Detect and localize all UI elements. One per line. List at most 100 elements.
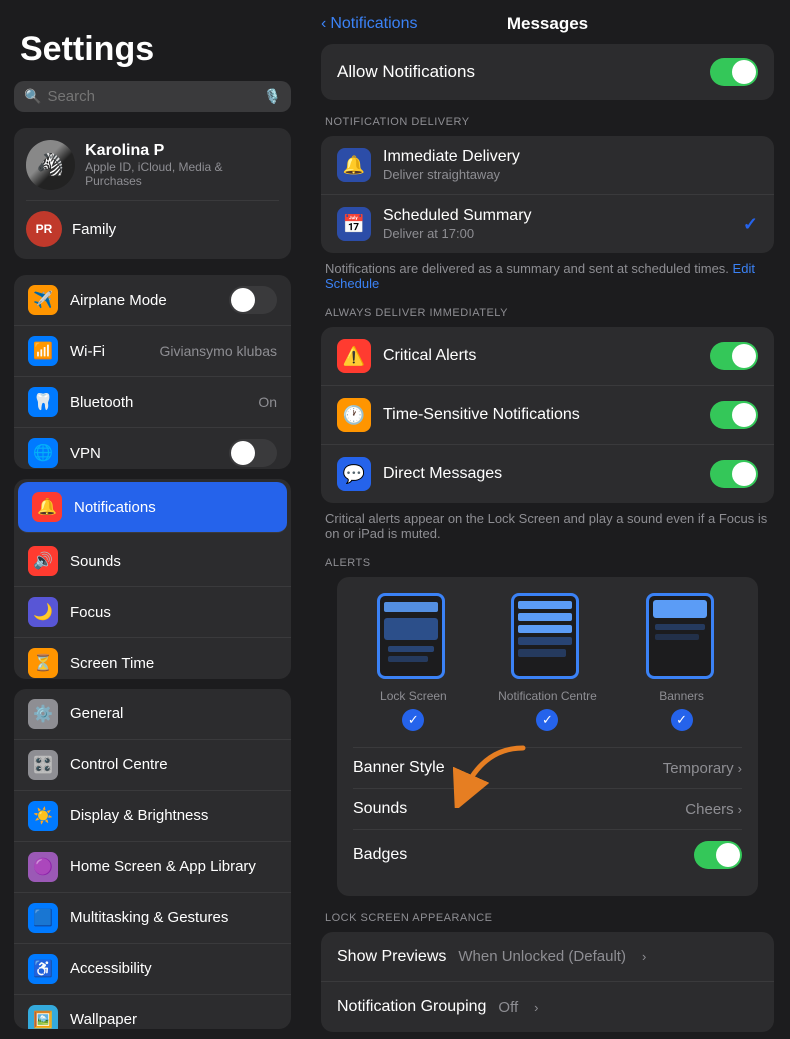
badges-label: Badges [353,846,694,864]
family-row[interactable]: PR Family [26,200,279,247]
critical-alerts-item[interactable]: ⚠️ Critical Alerts [321,327,774,386]
sounds-chevron: › [738,802,742,817]
homescreen-label: Home Screen & App Library [70,858,277,875]
vpn-toggle[interactable] [229,439,277,467]
accessibility-label: Accessibility [70,960,277,977]
direct-messages-toggle[interactable] [710,460,758,488]
lock-screen-section: LOCK SCREEN APPEARANCE Show Previews Whe… [321,912,774,1032]
wallpaper-label: Wallpaper [70,1011,277,1028]
sidebar-item-vpn[interactable]: 🌐 VPN [14,428,291,469]
critical-alerts-label: Critical Alerts [383,347,476,365]
immediate-delivery-sub: Deliver straightaway [383,167,758,182]
notifcentre-img [511,593,583,683]
banners-label: Banners [659,689,704,703]
edit-schedule-link[interactable]: Edit Schedule [325,261,755,291]
sidebar-item-sounds[interactable]: 🔊 Sounds [14,536,291,587]
notif-grouping-item[interactable]: Notification Grouping Off › [321,982,774,1032]
sounds-sub-value: Cheers [685,801,733,818]
notifications-icon: 🔔 [32,492,62,522]
lock-screen-label: LOCK SCREEN APPEARANCE [321,912,774,924]
right-panel: ‹ Notifications Messages Allow Notificat… [305,0,790,1039]
banners-img [646,593,718,683]
profile-section[interactable]: 🦓 Karolina P Apple ID, iCloud, Media & P… [14,128,291,259]
accessibility-icon: ♿ [28,954,58,984]
timesensitive-toggle[interactable] [710,401,758,429]
search-bar[interactable]: 🔍 🎙️ [14,81,291,112]
sidebar-item-screentime[interactable]: ⏳ Screen Time [14,638,291,679]
sidebar-item-notifications[interactable]: 🔔 Notifications [18,482,287,533]
sidebar-item-general[interactable]: ⚙️ General [14,689,291,740]
family-label: Family [72,221,116,238]
general-label: General [70,705,277,722]
sounds-item[interactable]: Sounds Cheers › [353,789,742,830]
device-icons-row: Lock Screen ✓ Notification Cen [353,593,742,731]
sounds-label: Sounds [70,553,277,570]
delivery-scheduled[interactable]: 📅 Scheduled Summary Deliver at 17:00 ✓ [321,195,774,253]
sidebar-item-controlcentre[interactable]: 🎛️ Control Centre [14,740,291,791]
critical-alerts-icon: ⚠️ [337,339,371,373]
notifcentre-device[interactable]: Notification Centre ✓ [498,593,597,731]
sidebar-item-airplane[interactable]: ✈️ Airplane Mode [14,275,291,326]
sounds-sub-label: Sounds [353,800,685,818]
wallpaper-icon: 🖼️ [28,1005,58,1029]
multitasking-icon: 🟦 [28,903,58,933]
sidebar-item-wallpaper[interactable]: 🖼️ Wallpaper [14,995,291,1029]
scheduled-delivery-title: Scheduled Summary [383,207,731,225]
banner-style-chevron: › [738,761,742,776]
banner-style-item[interactable]: Banner Style Temporary › [353,748,742,789]
show-previews-item[interactable]: Show Previews When Unlocked (Default) › [321,932,774,982]
nav-back-label: Notifications [330,15,417,33]
banner-style-label: Banner Style [353,759,663,777]
delivery-immediate[interactable]: 🔔 Immediate Delivery Deliver straightawa… [321,136,774,195]
airplane-icon: ✈️ [28,285,58,315]
allow-notifications-card: Allow Notifications [321,44,774,100]
timesensitive-icon: 🕐 [337,398,371,432]
alerts-section-label: ALERTS [321,557,774,569]
wifi-icon: 📶 [28,336,58,366]
scheduled-delivery-text: Scheduled Summary Deliver at 17:00 [383,207,731,241]
alerts-sub-items: Banner Style Temporary › Sounds [353,747,742,880]
badges-item[interactable]: Badges [353,830,742,880]
bluetooth-value: On [258,394,277,410]
immediate-delivery-title: Immediate Delivery [383,148,758,166]
badges-toggle[interactable] [694,841,742,869]
notifcentre-frame [511,593,579,679]
always-deliver-label: ALWAYS DELIVER IMMEDIATELY [321,307,774,319]
sidebar-item-homescreen[interactable]: 🟣 Home Screen & App Library [14,842,291,893]
focus-label: Focus [70,604,277,621]
sidebar-item-multitasking[interactable]: 🟦 Multitasking & Gestures [14,893,291,944]
profile-user[interactable]: 🦓 Karolina P Apple ID, iCloud, Media & P… [26,140,279,190]
lock-screen-card: Show Previews When Unlocked (Default) › … [321,932,774,1032]
scheduled-delivery-icon: 📅 [337,207,371,241]
vpn-label: VPN [70,445,217,462]
sidebar-item-wifi[interactable]: 📶 Wi-Fi Giviansymo klubas [14,326,291,377]
sidebar-item-accessibility[interactable]: ♿ Accessibility [14,944,291,995]
lockscreen-device[interactable]: Lock Screen ✓ [377,593,449,731]
critical-alerts-toggle[interactable] [710,342,758,370]
scheduled-delivery-sub: Deliver at 17:00 [383,226,731,241]
direct-messages-item[interactable]: 💬 Direct Messages [321,445,774,503]
sidebar-item-bluetooth[interactable]: 🦷 Bluetooth On [14,377,291,428]
search-input[interactable] [47,88,257,105]
nav-back-button[interactable]: ‹ Notifications [321,15,417,33]
homescreen-icon: 🟣 [28,852,58,882]
app-title: Settings [0,20,305,81]
back-chevron-icon: ‹ [321,15,326,33]
airplane-toggle[interactable] [229,286,277,314]
focus-icon: 🌙 [28,597,58,627]
profile-subtitle: Apple ID, iCloud, Media & Purchases [85,160,279,188]
search-icon: 🔍 [24,88,41,105]
sidebar-item-focus[interactable]: 🌙 Focus [14,587,291,638]
timesensitive-item[interactable]: 🕐 Time-Sensitive Notifications [321,386,774,445]
banners-device[interactable]: Banners ✓ [646,593,718,731]
direct-messages-icon: 💬 [337,457,371,491]
delivery-info-text: Notifications are delivered as a summary… [321,261,774,291]
lockscreen-img [377,593,449,683]
allow-notifications-label: Allow Notifications [337,62,475,82]
connectivity-group: ✈️ Airplane Mode 📶 Wi-Fi Giviansymo klub… [14,275,291,469]
sidebar-item-displaybrightness[interactable]: ☀️ Display & Brightness [14,791,291,842]
always-deliver-card: ⚠️ Critical Alerts 🕐 Time-Sensitive Noti… [321,327,774,503]
allow-notifications-toggle[interactable] [710,58,758,86]
sounds-icon: 🔊 [28,546,58,576]
bluetooth-icon: 🦷 [28,387,58,417]
